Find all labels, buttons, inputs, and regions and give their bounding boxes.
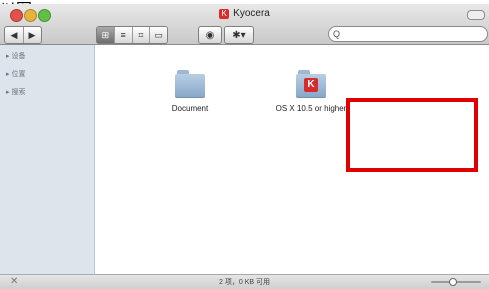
status-text: 2 项，0 KB 可用 xyxy=(219,279,270,286)
toolbar-toggle-button[interactable] xyxy=(467,10,485,20)
coverflow-view-button[interactable]: ▭ xyxy=(150,27,167,43)
finder-window: K Kyocera ◀ ▶ ⊞ ≡ ⌗ ▭ ◉ ✱▾ Q ▸ 设备 ▸ 位置 ▸… xyxy=(0,4,489,289)
nav-buttons: ◀ ▶ xyxy=(4,26,42,44)
zoom-button[interactable] xyxy=(38,9,51,22)
action-button[interactable]: ✱▾ xyxy=(224,26,254,44)
window-title-text: Kyocera xyxy=(233,8,270,19)
sidebar-item-devices[interactable]: ▸ 设备 xyxy=(6,51,25,61)
kyocera-logo-icon: K xyxy=(304,78,318,92)
list-view-button[interactable]: ≡ xyxy=(115,27,133,43)
osx-folder-icon[interactable]: K xyxy=(296,70,326,98)
titlebar: K Kyocera ◀ ▶ ⊞ ≡ ⌗ ▭ ◉ ✱▾ Q xyxy=(0,4,489,45)
close-button[interactable] xyxy=(10,9,23,22)
folder-body xyxy=(175,74,205,98)
column-view-button[interactable]: ⌗ xyxy=(133,27,151,43)
document-folder-label[interactable]: Document xyxy=(130,104,250,113)
view-switcher: ⊞ ≡ ⌗ ▭ xyxy=(96,26,168,44)
file-area: Document K OS X 10.5 or higher xyxy=(95,45,489,275)
slider-knob[interactable] xyxy=(449,278,457,286)
window-title: K Kyocera xyxy=(0,8,489,19)
forward-button[interactable]: ▶ xyxy=(24,27,41,43)
icon-size-slider[interactable] xyxy=(431,278,481,286)
kyocera-icon: K xyxy=(219,8,230,19)
sidebar-item-places[interactable]: ▸ 位置 xyxy=(6,69,25,79)
eye-icon: ◉ xyxy=(205,29,215,41)
search-field[interactable]: Q xyxy=(328,26,488,42)
icon-view-button[interactable]: ⊞ xyxy=(97,27,115,43)
sidebar-item-search[interactable]: ▸ 搜索 xyxy=(6,87,25,97)
gear-icon: ✱▾ xyxy=(232,29,246,41)
status-bar: ✕ 2 项，0 KB 可用 xyxy=(0,274,489,289)
highlight-box xyxy=(346,98,478,172)
back-button[interactable]: ◀ xyxy=(6,27,24,43)
quicklook-button[interactable]: ◉ xyxy=(198,26,222,44)
search-icon: Q xyxy=(333,29,341,39)
minimize-button[interactable] xyxy=(24,9,37,22)
document-folder-icon[interactable] xyxy=(175,70,205,98)
sidebar: ▸ 设备 ▸ 位置 ▸ 搜索 xyxy=(0,45,95,279)
